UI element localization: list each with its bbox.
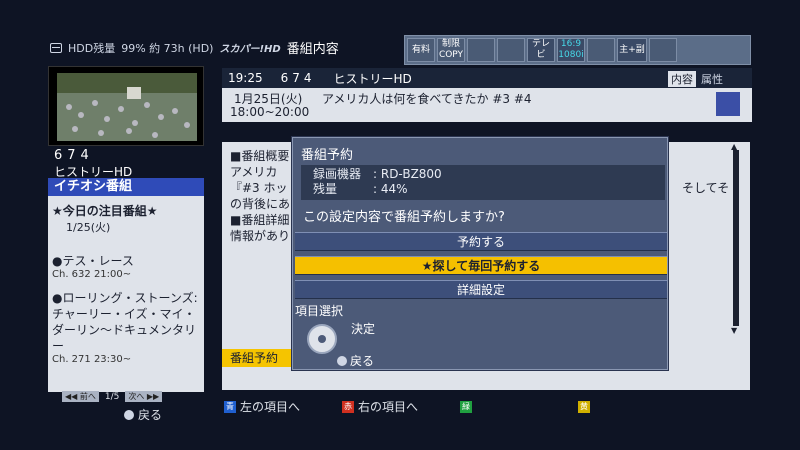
reservation-dialog: 番組予約 録画機器 : RD-BZ800 残量 : 44% この設定内容で番組予…	[292, 137, 668, 370]
program-header: 1月25日(火) 18:00~20:00 アメリカ人は何を食べてきたか #3 #…	[222, 88, 752, 122]
dialog-back-button[interactable]: 戻る	[337, 352, 374, 369]
featured-programs-heading: イチオシ番組	[48, 178, 204, 196]
featured-program-list[interactable]: ★今日の注目番組★ 1/25(火) ●テス・レース Ch. 632 21:00~…	[48, 196, 204, 392]
yellow-key-icon: 黄	[578, 400, 590, 413]
detail-tabs: 内容 属性	[668, 71, 726, 87]
next-page-button[interactable]: 次へ ▶▶	[125, 391, 163, 402]
scrollbar[interactable]	[733, 150, 739, 326]
program-time-range: 18:00~20:00	[230, 105, 310, 119]
badge-empty	[587, 38, 615, 62]
status-bar: HDD残量 99% 約 73h (HD) スカパー!HD 番組内容	[50, 38, 339, 57]
prev-page-button[interactable]: ◀◀ 前へ	[62, 391, 99, 402]
list-heading: ★今日の注目番組★	[52, 204, 158, 218]
back-button[interactable]: 戻る	[124, 406, 162, 423]
search-and-reserve-every-time-button[interactable]: ★探して毎回予約する	[295, 256, 667, 275]
back-label: 戻る	[138, 408, 163, 422]
confirm-hint: 決定	[351, 322, 376, 336]
channel-logo-icon	[716, 92, 740, 116]
remaining-value: : 44%	[373, 182, 408, 196]
badge-empty	[649, 38, 677, 62]
dialog-title: 番組予約	[301, 148, 354, 163]
channel-number: 674	[54, 148, 94, 163]
program-channel-name: ヒストリーHD	[333, 71, 412, 86]
list-item[interactable]: ●ローリング・ストーンズ:チャーリー・イズ・マイ・ダーリン〜ドキュメンタリー	[52, 290, 200, 354]
dialog-back-label: 戻る	[350, 354, 375, 368]
badge-pay: 有料	[407, 38, 435, 62]
item-select-hint: 項目選択	[295, 304, 344, 318]
badge-tv: テレビ	[527, 38, 555, 62]
badge-aspect: 16:9 1080i	[557, 38, 585, 62]
hdd-icon	[50, 42, 62, 53]
tab-content[interactable]: 内容	[668, 71, 696, 87]
list-item[interactable]: ●テス・レース	[52, 253, 200, 269]
green-button[interactable]: 緑	[460, 398, 578, 415]
scroll-down-icon[interactable]: ▼	[731, 326, 737, 335]
back-icon	[337, 355, 347, 366]
back-icon	[124, 409, 134, 420]
dpad-icon	[307, 324, 337, 354]
red-button[interactable]: 赤 右の項目へ	[342, 398, 460, 415]
red-button-label: 右の項目へ	[358, 400, 419, 414]
channel-info: 674 ヒストリーHD	[48, 148, 204, 180]
yellow-button[interactable]: 黄	[578, 398, 696, 415]
blue-button[interactable]: 青 左の項目へ	[224, 398, 342, 415]
red-key-icon: 赤	[342, 400, 354, 413]
channel-preview-image	[48, 66, 204, 146]
badge-audio: 主+副	[617, 38, 647, 62]
device-label: 録画機器	[313, 167, 362, 181]
page-indicator: 1/5	[104, 391, 120, 402]
current-time: 19:25	[228, 71, 263, 85]
tab-attributes[interactable]: 属性	[698, 71, 726, 87]
dialog-info: 録画機器 : RD-BZ800 残量 : 44%	[301, 165, 665, 200]
list-date: 1/25(火)	[66, 221, 111, 234]
hdd-label: HDD残量	[68, 41, 116, 55]
hdd-value: 99% 約 73h (HD)	[121, 41, 214, 55]
brand-logo: スカパー!HD	[219, 44, 281, 55]
remaining-label: 残量	[313, 182, 338, 196]
list-item-meta: Ch. 271 23:30~	[52, 354, 132, 365]
page-title: 番組内容	[286, 42, 339, 57]
device-value: : RD-BZ800	[373, 167, 442, 181]
reserve-tag[interactable]: 番組予約	[222, 349, 302, 367]
reserve-button[interactable]: 予約する	[295, 232, 667, 251]
detailed-settings-button[interactable]: 詳細設定	[295, 280, 667, 299]
blue-button-label: 左の項目へ	[240, 400, 301, 414]
badge-copy-limit: 制限COPY	[437, 38, 465, 62]
badge-empty	[497, 38, 525, 62]
green-key-icon: 緑	[460, 400, 472, 413]
program-attribute-badges: 有料 制限COPY テレビ 16:9 1080i 主+副	[404, 35, 751, 65]
badge-empty	[467, 38, 495, 62]
program-title: アメリカ人は何を食べてきたか #3 #4	[322, 92, 532, 106]
dialog-question: この設定内容で番組予約しますか?	[303, 210, 505, 225]
detail-line-continued: そしてそ	[682, 181, 730, 195]
list-item-meta: Ch. 632 21:00~	[52, 269, 132, 280]
program-channel-number: 674	[280, 71, 316, 85]
blue-key-icon: 青	[224, 400, 236, 413]
color-button-legend: 青 左の項目へ 赤 右の項目へ 緑 黄	[224, 398, 696, 415]
pager: ◀◀ 前へ 1/5 次へ ▶▶	[62, 391, 163, 402]
